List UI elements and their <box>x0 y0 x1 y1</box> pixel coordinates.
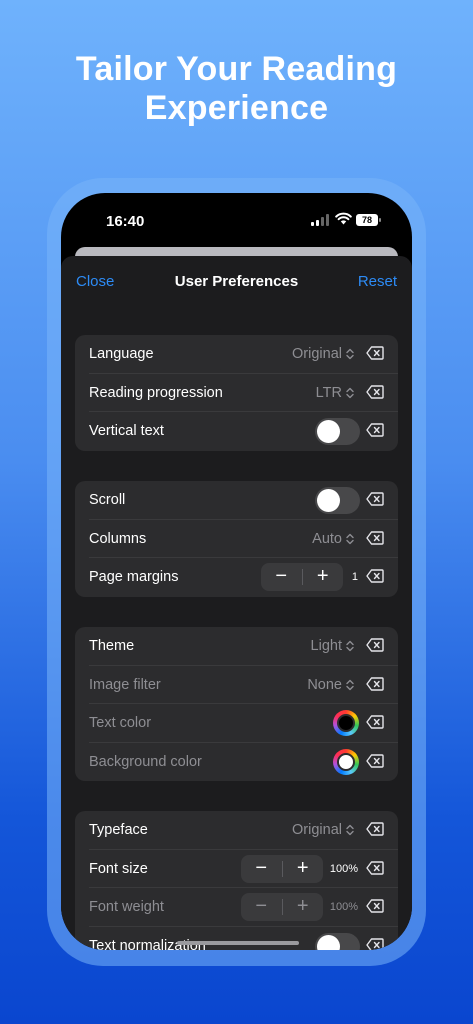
clear-icon[interactable] <box>366 638 384 652</box>
stepper: − + <box>261 563 343 591</box>
decrement-button[interactable]: − <box>241 855 282 883</box>
picker-value: Auto <box>312 530 342 547</box>
decrement-button[interactable]: − <box>261 563 302 591</box>
clear-icon[interactable] <box>366 423 384 437</box>
preference-label: Columns <box>89 530 147 547</box>
headline: Tailor Your Reading Experience <box>0 50 473 128</box>
preference-row: Text color <box>89 704 398 743</box>
clear-icon[interactable] <box>366 492 384 506</box>
preference-picker[interactable]: Original <box>292 346 354 362</box>
picker-value: LTR <box>315 384 342 401</box>
preference-row: Page margins − +1 <box>89 558 398 597</box>
stepper-value: 100% <box>329 901 358 913</box>
preferences-sheet: Close User Preferences Reset Language Ori… <box>61 256 412 950</box>
clear-icon[interactable] <box>366 822 384 836</box>
color-swatch <box>337 752 355 771</box>
preference-row: Image filter None <box>89 666 398 704</box>
headline-line-2: Experience <box>144 89 329 127</box>
preference-picker[interactable]: Original <box>292 822 354 838</box>
battery-icon: 78 <box>356 214 381 226</box>
picker-value: Original <box>292 822 342 838</box>
home-indicator <box>177 941 299 945</box>
picker-value: Light <box>310 638 342 654</box>
picker-value: Original <box>292 346 342 362</box>
chevron-up-down-icon <box>346 824 354 836</box>
preference-label: Font weight <box>89 899 164 915</box>
clear-icon[interactable] <box>366 569 384 583</box>
stepper: − + <box>241 893 323 921</box>
headline-line-1: Tailor Your Reading <box>75 50 398 88</box>
preference-label: Scroll <box>89 492 126 508</box>
reset-button[interactable]: Reset <box>358 273 397 290</box>
preference-label: Typeface <box>89 822 148 838</box>
chevron-up-down-icon <box>346 679 354 690</box>
preference-label: Page margins <box>89 569 179 585</box>
preference-label: Vertical text <box>89 423 164 439</box>
clear-icon[interactable] <box>366 530 384 545</box>
chevron-up-down-icon <box>346 640 354 652</box>
preference-label: Background color <box>89 753 202 770</box>
wifi-icon <box>335 212 352 225</box>
preference-row: Columns Auto <box>89 520 398 558</box>
preference-row: Reading progression LTR <box>89 374 398 412</box>
preference-row: Background color <box>89 743 398 782</box>
clear-icon[interactable] <box>366 715 384 729</box>
preference-picker[interactable]: None <box>307 677 354 693</box>
stepper-value: 1 <box>351 571 358 583</box>
toggle-switch[interactable] <box>315 487 360 514</box>
preference-label: Font size <box>89 860 148 877</box>
increment-button[interactable]: + <box>282 855 323 883</box>
clear-icon[interactable] <box>366 753 384 768</box>
preference-group-3: Theme Light Image filter None Text color Back… <box>75 627 398 781</box>
preference-row: Typeface Original <box>89 811 398 850</box>
status-bar: 16:40 78 <box>61 193 412 249</box>
chevron-up-down-icon <box>346 387 354 398</box>
preference-label: Language <box>89 346 154 362</box>
increment-button[interactable]: + <box>282 893 323 921</box>
clear-icon[interactable] <box>366 860 384 875</box>
preference-row: Scroll <box>89 481 398 520</box>
preference-label: Image filter <box>89 676 161 693</box>
color-swatch <box>337 714 355 732</box>
preference-row: Font size − +100% <box>89 850 398 888</box>
preference-row: Language Original <box>89 335 398 374</box>
clear-icon[interactable] <box>366 937 384 950</box>
status-time: 16:40 <box>106 213 145 230</box>
preference-row: Font weight − +100% <box>89 888 398 927</box>
color-picker-well[interactable] <box>333 748 359 775</box>
chevron-up-down-icon <box>346 348 354 360</box>
clear-icon[interactable] <box>366 384 384 399</box>
preference-group-1: Language Original Reading progression LTR Ve… <box>75 335 398 451</box>
preference-label: Text color <box>89 715 152 731</box>
preference-label: Reading progression <box>89 384 223 401</box>
cellular-signal-icon <box>311 214 329 226</box>
chevron-up-down-icon <box>346 533 354 544</box>
stepper: − + <box>241 854 323 883</box>
decrement-button[interactable]: − <box>241 893 282 921</box>
preference-picker[interactable]: Light <box>311 638 354 654</box>
preference-label: Theme <box>89 638 135 654</box>
color-picker-well[interactable] <box>333 710 359 736</box>
clear-icon[interactable] <box>366 676 384 691</box>
navigation-bar: Close User Preferences Reset <box>61 256 412 302</box>
clear-icon[interactable] <box>366 899 384 913</box>
clear-icon[interactable] <box>366 346 384 360</box>
preference-picker[interactable]: LTR <box>316 385 354 401</box>
increment-button[interactable]: + <box>302 563 343 591</box>
preference-group-4: Typeface Original Font size − +100% Font weig… <box>75 811 398 950</box>
preference-row: Theme Light <box>89 627 398 666</box>
stepper-value: 100% <box>329 862 358 875</box>
preference-group-2: Scroll Columns Auto Page margins − +1 <box>75 481 398 597</box>
preference-row: Vertical text <box>89 412 398 451</box>
picker-value: None <box>307 676 342 693</box>
preference-picker[interactable]: Auto <box>312 531 354 547</box>
toggle-switch[interactable] <box>315 932 360 950</box>
toggle-switch[interactable] <box>315 418 360 445</box>
phone-screen: 16:40 78 Close User Preferences Reset La… <box>61 193 412 950</box>
preference-row: Text normalization <box>89 927 398 950</box>
